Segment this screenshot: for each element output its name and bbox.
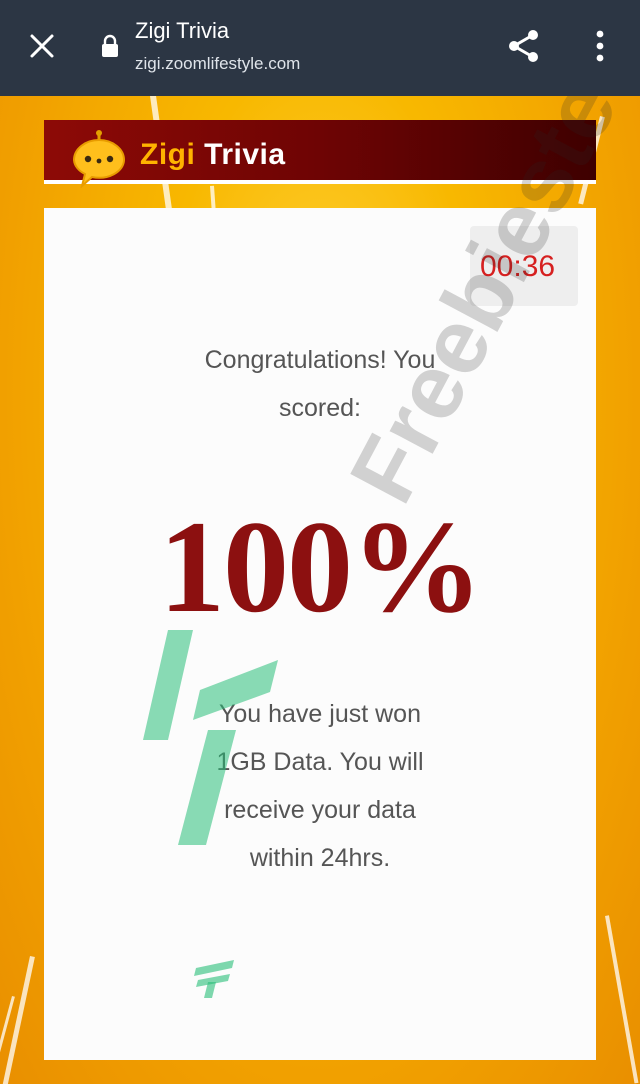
brand-trivia: Trivia [204,138,286,171]
zigi-trivia-banner: Zigi Trivia [44,120,596,188]
more-vert-icon [596,30,604,62]
result-card: 00:36 Congratulations! You scored: 100% … [44,208,596,1060]
countdown-timer: 00:36 [480,250,556,283]
page-url[interactable]: zigi.zoomlifestyle.com [135,54,300,74]
more-options-button[interactable] [580,24,620,68]
congrats-line-2: scored: [279,394,361,422]
congrats-line-1: Congratulations! You [204,346,436,374]
share-icon [509,30,538,62]
prize-message: You have just won 1GB Data. You will rec… [44,690,596,882]
share-button[interactable] [502,24,546,68]
light-ray [605,915,639,1084]
close-icon [30,34,54,58]
lock-icon [102,34,118,57]
message-line: 1GB Data. You will [216,748,424,776]
page-title: Zigi Trivia [135,18,230,43]
mascot-logo-icon [72,130,126,188]
score-percentage: 100% [159,493,483,640]
message-line: receive your data [224,796,416,824]
browser-toolbar: Zigi Trivia zigi.zoomlifestyle.com [0,0,640,96]
congratulations-text: Congratulations! You scored: [44,336,596,432]
message-line: You have just won [218,700,421,728]
close-button[interactable] [22,26,62,66]
message-line: within 24hrs. [249,844,391,872]
brand-zigi: Zigi [140,138,196,171]
brand-wordmark: Zigi Trivia [140,138,286,172]
